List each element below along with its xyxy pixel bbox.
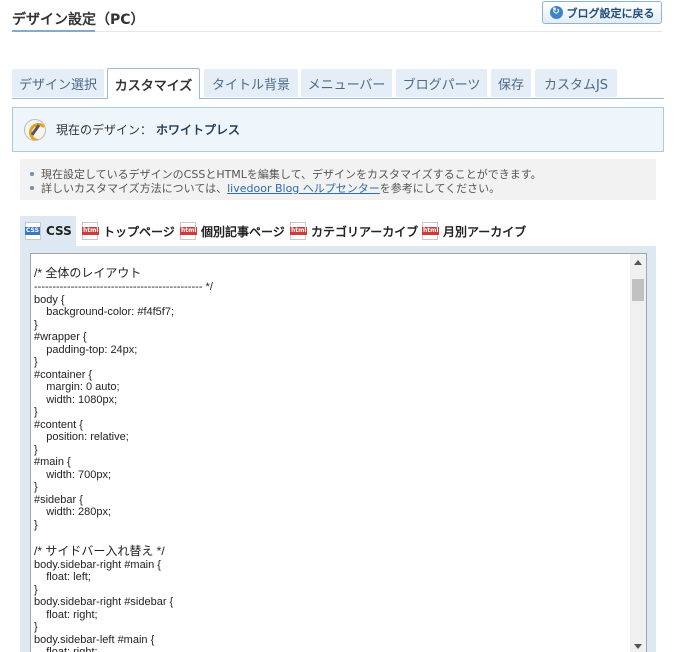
file-tab-article-page-label: 個別記事ページ: [201, 224, 285, 239]
code-line: width: 1080px;: [34, 393, 118, 406]
file-tab-top-page-label: トップページ: [103, 224, 175, 239]
code-line: #content {: [34, 418, 83, 431]
file-tab-top-page[interactable]: html トップページ: [80, 216, 175, 246]
file-tab-category-archive-label: カテゴリアーカイブ: [311, 224, 419, 239]
file-tabs: CSS CSS html トップページ html 個別記事ページ html カテ…: [20, 216, 656, 246]
code-line: }: [34, 518, 38, 531]
scroll-up-arrow-icon[interactable]: [634, 260, 642, 265]
back-button-label: ブログ設定に戻る: [566, 6, 655, 20]
title-accent: [12, 30, 95, 32]
html-file-icon: html: [290, 222, 308, 240]
css-code[interactable]: /* 全体のレイアウト -----------------------------…: [34, 266, 213, 652]
info-line-2-text: 詳しいカスタマイズ方法については、: [41, 182, 228, 195]
tab-title-background[interactable]: タイトル背景: [204, 69, 298, 97]
html-file-icon: html: [82, 222, 100, 240]
file-tab-css-label: CSS: [46, 224, 72, 238]
code-line: float: right;: [34, 646, 98, 652]
file-tab-css[interactable]: CSS CSS: [20, 216, 76, 246]
code-line: body.sidebar-right #sidebar {: [34, 596, 174, 608]
code-line: padding-top: 24px;: [34, 343, 138, 356]
code-line: #sidebar {: [34, 493, 83, 506]
css-editor[interactable]: /* 全体のレイアウト -----------------------------…: [30, 253, 647, 652]
code-line: /* 全体のレイアウト: [34, 266, 142, 280]
css-file-icon: CSS: [25, 222, 41, 240]
code-line: }: [34, 406, 38, 418]
current-design-panel: 現在のデザイン： ホワイトプレス: [12, 107, 664, 152]
bullet-icon: [30, 172, 34, 176]
tab-blog-parts[interactable]: ブログパーツ: [396, 69, 487, 97]
design-brush-icon: [24, 118, 46, 141]
code-line: /* サイドバー入れ替え */: [34, 543, 165, 558]
code-line: width: 700px;: [34, 468, 112, 481]
page-title: デザイン設定（PC）: [12, 12, 145, 28]
info-line-2-suffix: を参考にしてください。: [379, 182, 501, 195]
code-line: position: relative;: [34, 431, 129, 443]
html-file-icon: html: [422, 222, 440, 240]
title-divider: [12, 31, 662, 32]
code-line: #main {: [34, 456, 71, 468]
tab-customize[interactable]: カスタマイズ: [107, 68, 200, 99]
code-line: ----------------------------------------…: [34, 281, 213, 293]
refresh-arrow-icon: ↻: [549, 6, 563, 19]
code-line: body {: [34, 293, 65, 306]
current-design-name: ホワイトプレス: [156, 123, 241, 137]
html-file-icon: html: [180, 222, 198, 240]
back-to-blog-settings-button[interactable]: ↻ ブログ設定に戻る: [542, 1, 662, 24]
bullet-icon: [30, 186, 34, 190]
current-design-label-text: 現在のデザイン：: [56, 123, 153, 137]
file-tab-monthly-archive[interactable]: html 月別アーカイブ: [420, 216, 526, 246]
scroll-down-arrow-icon[interactable]: [634, 644, 642, 649]
code-line: }: [34, 621, 38, 633]
design-tabs: デザイン選択 カスタマイズ タイトル背景 メニューバー ブログパーツ 保存 カス…: [12, 68, 664, 99]
help-center-link[interactable]: livedoor Blog ヘルプセンター: [227, 180, 380, 196]
scroll-thumb[interactable]: [632, 279, 644, 301]
code-line: width: 280px;: [34, 506, 112, 518]
editor-scrollbar[interactable]: [630, 254, 646, 652]
code-line: body.sidebar-left #main {: [34, 633, 155, 646]
tab-save[interactable]: 保存: [491, 69, 531, 97]
code-line: background-color: #f4f5f7;: [34, 306, 175, 318]
code-line: #wrapper {: [34, 331, 87, 343]
file-tab-category-archive[interactable]: html カテゴリアーカイブ: [288, 216, 418, 246]
tab-design-select[interactable]: デザイン選択: [12, 69, 104, 97]
code-line: }: [34, 481, 38, 493]
file-tab-monthly-archive-label: 月別アーカイブ: [443, 224, 527, 239]
code-line: margin: 0 auto;: [34, 381, 120, 393]
tab-custom-js[interactable]: カスタムJS: [535, 69, 617, 97]
code-line: float: right;: [34, 608, 98, 621]
info-box: 現在設定しているデザインのCSSとHTMLを編集して、デザインをカスタマイズする…: [20, 159, 656, 200]
code-line: float: left;: [34, 571, 91, 583]
tab-menubar[interactable]: メニューバー: [301, 69, 392, 97]
code-line: }: [34, 318, 38, 331]
code-line: }: [34, 356, 38, 368]
code-line: body.sidebar-right #main {: [34, 558, 161, 571]
code-line: #container {: [34, 368, 93, 381]
file-tab-article-page[interactable]: html 個別記事ページ: [178, 216, 285, 246]
current-design-label: 現在のデザイン： ホワイトプレス: [56, 121, 240, 138]
info-line-2: 詳しいカスタマイズ方法については、 livedoor Blog ヘルプセンター を参…: [30, 180, 500, 196]
code-line: }: [34, 443, 38, 456]
code-line: }: [34, 583, 38, 596]
